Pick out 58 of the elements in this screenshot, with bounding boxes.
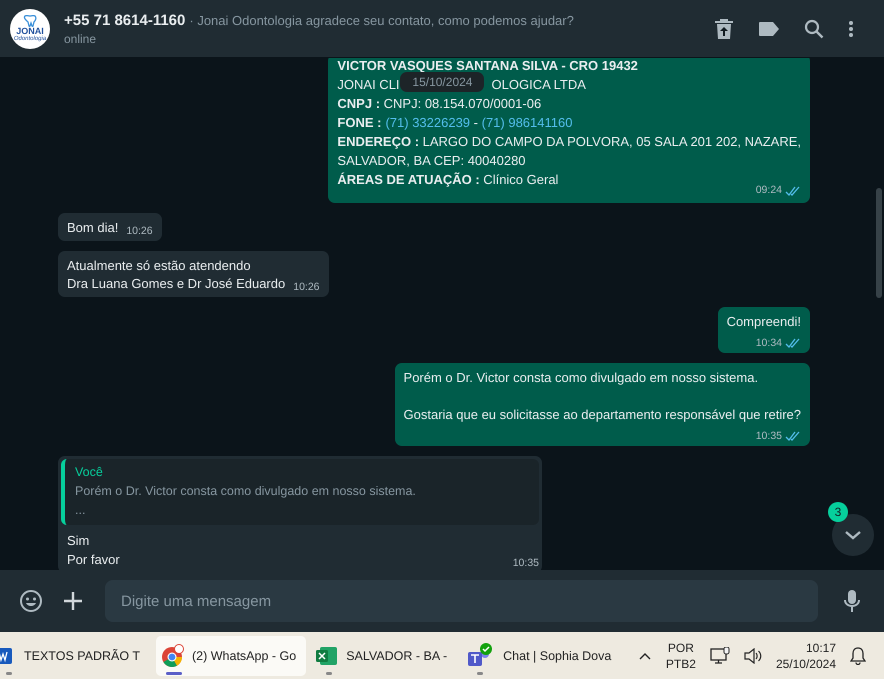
menu-icon[interactable] bbox=[848, 20, 854, 38]
emoji-icon[interactable] bbox=[19, 589, 43, 613]
speaker-icon[interactable] bbox=[744, 648, 762, 664]
message-text: Sim Por favor bbox=[66, 532, 121, 569]
message-text: JONAI CLI bbox=[337, 77, 400, 92]
chevron-up-icon[interactable] bbox=[638, 650, 652, 660]
logo-text: JONAI bbox=[16, 27, 44, 36]
taskbar-app[interactable]: (2) WhatsApp - Go bbox=[156, 636, 306, 676]
message-text: Clínico Geral bbox=[482, 172, 558, 187]
label-icon[interactable] bbox=[758, 20, 780, 36]
delete-icon[interactable] bbox=[714, 18, 734, 40]
message-input[interactable]: Digite uma mensagem bbox=[105, 580, 818, 622]
message-text: - bbox=[472, 115, 479, 130]
taskbar-app[interactable]: Chat | Sophia Dova bbox=[463, 636, 622, 676]
phone-link[interactable]: (71) 986141160 bbox=[482, 115, 572, 130]
language-indicator[interactable]: POR PTB2 bbox=[666, 640, 696, 672]
message-time: 10:34 bbox=[756, 337, 782, 349]
tooth-icon bbox=[23, 15, 37, 27]
message-time: 10:26 bbox=[293, 281, 320, 293]
field-label: ENDEREÇO : bbox=[337, 134, 420, 149]
search-icon[interactable] bbox=[804, 18, 824, 38]
message-text: Atualmente só estão atendendo Dra Luana Gomes e Dr José Eduardo bbox=[67, 258, 286, 291]
contact-number: +55 71 8614-1160 bbox=[64, 12, 186, 28]
chevron-down-icon bbox=[844, 530, 862, 540]
message-time: 10:35 bbox=[512, 557, 539, 569]
message-text: SALVADOR, BA CEP: 40040280 bbox=[337, 153, 526, 168]
contact-about: · Jonai Odontologia agradece seu contato, como podemos ajudar? bbox=[189, 12, 574, 28]
message-text: LARGO DO CAMPO DA POLVORA, 05 SALA 201 202, NAZARE, bbox=[422, 134, 801, 149]
microphone-icon[interactable] bbox=[844, 589, 860, 613]
clock[interactable]: 10:17 25/10/2024 bbox=[776, 640, 836, 672]
field-label: ÁREAS DE ATUAÇÃO : bbox=[337, 172, 480, 187]
quote-text: Porém o Dr. Victor consta como divulgado em nosso sistema. bbox=[75, 484, 417, 498]
message-time: 10:26 bbox=[126, 225, 153, 237]
contact-status: online bbox=[64, 32, 98, 46]
message-time: 09:24 bbox=[756, 183, 782, 198]
message-text: OLOGICA LTDA bbox=[492, 77, 586, 92]
taskbar-app[interactable]: TEXTOS PADRÃO T bbox=[0, 636, 150, 676]
message-text: Porém o Dr. Victor consta como divulgado em nosso sistema. bbox=[404, 369, 760, 387]
field-label: VICTOR VASQUES SANTANA SILVA - CRO 19432 bbox=[337, 58, 638, 73]
notification-bell-icon[interactable] bbox=[850, 646, 866, 664]
quoted-message[interactable]: Você Porém o Dr. Victor consta como divulgado em nosso sistema. ... bbox=[61, 459, 539, 525]
spreadsheet-app-icon bbox=[316, 646, 338, 666]
quote-author: Você bbox=[75, 465, 104, 479]
message-text: Gostaria que eu solicitasse ao departamento responsável que retire? bbox=[404, 406, 801, 424]
phone-link[interactable]: (71) 33226239 bbox=[385, 115, 470, 130]
network-icon[interactable] bbox=[710, 646, 730, 664]
message-text: Compreendi! bbox=[726, 313, 801, 331]
browser-app-icon bbox=[160, 644, 184, 668]
date-chip: 15/10/2024 bbox=[400, 72, 484, 92]
quote-ellipsis: ... bbox=[75, 503, 86, 517]
unread-badge: 3 bbox=[828, 502, 848, 522]
message-time: 10:35 bbox=[756, 430, 782, 442]
field-label: CNPJ : bbox=[337, 96, 380, 111]
plus-icon[interactable] bbox=[63, 591, 83, 611]
field-label: FONE : bbox=[337, 115, 382, 130]
message-text: Bom dia! bbox=[67, 220, 118, 235]
taskbar-app[interactable]: SALVADOR - BA - bbox=[312, 636, 458, 676]
message-text: CNPJ: 08.154.070/0001-06 bbox=[382, 96, 542, 111]
